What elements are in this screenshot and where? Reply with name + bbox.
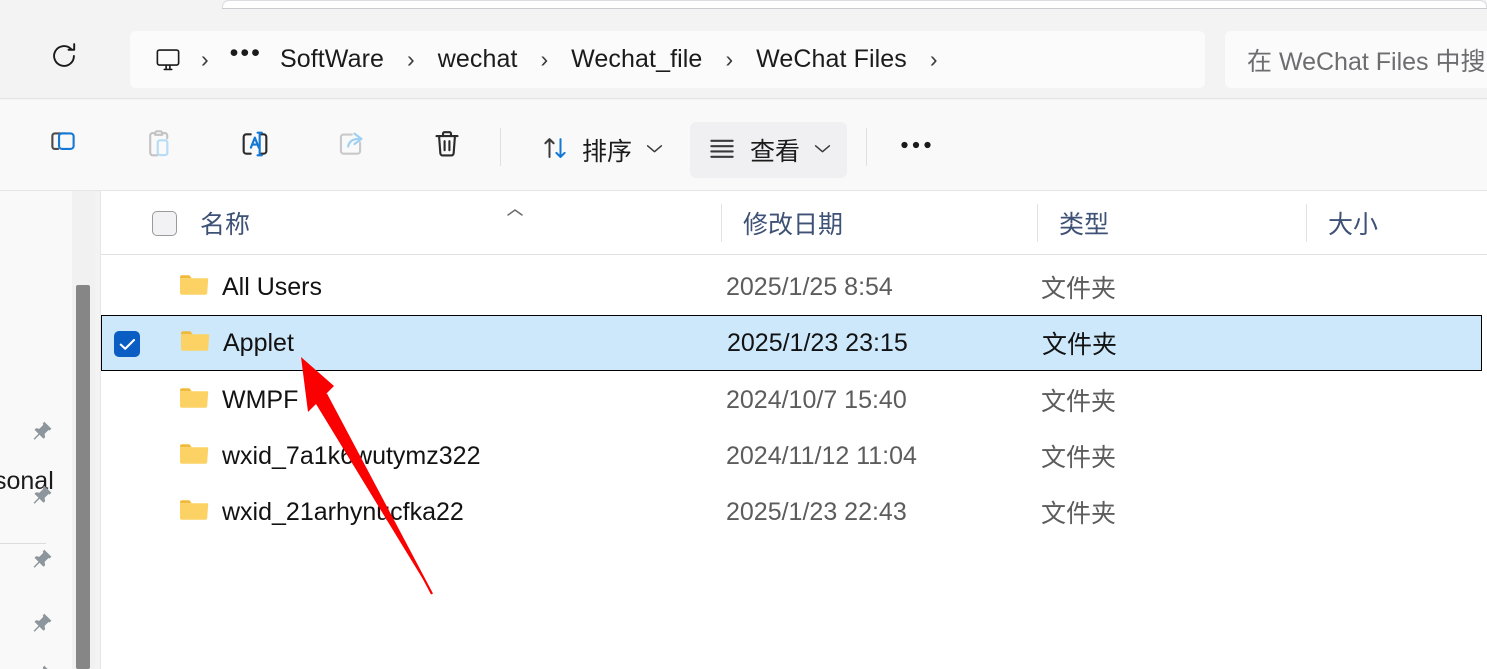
table-row[interactable]: wxid_21arhynucfka22 2025/1/23 22:43 文件夹 bbox=[101, 484, 1482, 540]
folder-icon bbox=[179, 441, 209, 472]
breadcrumb-separator-4[interactable]: › bbox=[917, 46, 951, 73]
file-type-cell: 文件夹 bbox=[1042, 331, 1118, 359]
sort-arrows-icon bbox=[540, 133, 570, 168]
file-explorer-window: › ••• SoftWare › wechat › Wechat_file › … bbox=[0, 0, 1487, 669]
command-toolbar: 排序 查看 bbox=[0, 100, 1487, 191]
file-type-cell: 文件夹 bbox=[1041, 275, 1117, 303]
navigation-scrollbar-thumb[interactable] bbox=[76, 285, 90, 669]
more-options-button[interactable] bbox=[886, 122, 946, 170]
folder-icon bbox=[179, 272, 209, 303]
file-name-label: wxid_7a1k6wutymz322 bbox=[222, 441, 481, 470]
chevron-up-icon bbox=[504, 197, 526, 216]
file-date-cell: 2025/1/23 22:43 bbox=[726, 497, 907, 526]
chevron-down-icon bbox=[646, 141, 663, 159]
column-header-size[interactable]: 大小 bbox=[1307, 191, 1487, 254]
file-name-cell: wxid_7a1k6wutymz322 bbox=[179, 441, 480, 472]
breadcrumb-separator-3[interactable]: › bbox=[712, 46, 746, 73]
column-headers: 名称 修改日期 类型 大小 bbox=[101, 191, 1487, 255]
column-header-date-label: 修改日期 bbox=[743, 210, 844, 239]
share-button[interactable] bbox=[322, 122, 380, 170]
breadcrumb: › ••• SoftWare › wechat › Wechat_file › … bbox=[130, 31, 1205, 88]
file-name-label: All Users bbox=[222, 272, 323, 301]
folder-icon bbox=[180, 328, 210, 359]
breadcrumb-item-wechat[interactable]: wechat bbox=[428, 41, 528, 78]
copy-button[interactable] bbox=[34, 122, 92, 170]
search-box[interactable]: 在 WeChat Files 中搜索 bbox=[1225, 31, 1487, 88]
file-name-cell: Applet bbox=[180, 328, 294, 359]
file-type-cell: 文件夹 bbox=[1041, 444, 1117, 472]
refresh-button[interactable] bbox=[40, 38, 88, 78]
share-icon bbox=[334, 127, 368, 166]
rename-icon bbox=[238, 127, 272, 166]
file-date-cell: 2025/1/25 8:54 bbox=[726, 272, 893, 301]
column-header-name-label: 名称 bbox=[200, 210, 251, 239]
folder-icon bbox=[179, 385, 209, 416]
pin-icon bbox=[30, 663, 54, 669]
file-type-cell: 文件夹 bbox=[1041, 388, 1117, 416]
pin-icon bbox=[30, 611, 54, 635]
pin-icon bbox=[30, 483, 54, 507]
address-bar: › ••• SoftWare › wechat › Wechat_file › … bbox=[0, 9, 1487, 99]
breadcrumb-item-software[interactable]: SoftWare bbox=[270, 41, 394, 78]
column-header-type-label: 类型 bbox=[1059, 210, 1110, 239]
file-name-label: wxid_21arhynucfka22 bbox=[222, 497, 464, 526]
navigation-pane: sonal bbox=[0, 191, 72, 669]
table-row[interactable]: Applet 2025/1/23 23:15 文件夹 bbox=[101, 315, 1482, 371]
file-date-cell: 2025/1/23 23:15 bbox=[727, 328, 908, 357]
breadcrumb-separator-0[interactable]: › bbox=[188, 46, 222, 73]
nav-divider bbox=[0, 543, 46, 544]
table-row[interactable]: WMPF 2024/10/7 15:40 文件夹 bbox=[101, 372, 1482, 428]
trash-icon bbox=[430, 127, 464, 166]
breadcrumb-separator-2[interactable]: › bbox=[528, 46, 562, 73]
table-row[interactable]: All Users 2025/1/25 8:54 文件夹 bbox=[101, 259, 1482, 315]
breadcrumb-item-wechat-file[interactable]: Wechat_file bbox=[561, 41, 712, 78]
this-pc-icon[interactable] bbox=[152, 44, 184, 76]
toolbar-divider-1 bbox=[500, 128, 501, 166]
row-checkbox[interactable] bbox=[114, 331, 140, 357]
paste-button[interactable] bbox=[130, 122, 188, 170]
column-header-name[interactable]: 名称 bbox=[179, 191, 719, 254]
file-name-label: WMPF bbox=[222, 385, 299, 414]
ellipsis-icon bbox=[900, 137, 932, 155]
file-name-cell: wxid_21arhynucfka22 bbox=[179, 497, 464, 528]
list-lines-icon bbox=[706, 132, 738, 169]
file-name-cell: All Users bbox=[179, 272, 322, 303]
view-button[interactable]: 查看 bbox=[690, 122, 848, 178]
sort-button[interactable]: 排序 bbox=[524, 122, 679, 178]
paste-icon bbox=[142, 127, 176, 166]
tab-strip bbox=[0, 0, 1487, 9]
file-name-label: Applet bbox=[223, 328, 294, 357]
chevron-down-icon bbox=[814, 141, 831, 159]
delete-button[interactable] bbox=[418, 122, 476, 170]
breadcrumb-overflow-button[interactable]: ••• bbox=[222, 39, 270, 80]
folder-icon bbox=[179, 497, 209, 528]
breadcrumb-item-wechat-files[interactable]: WeChat Files bbox=[746, 41, 917, 78]
pin-icon bbox=[30, 419, 54, 443]
table-row[interactable]: wxid_7a1k6wutymz322 2024/11/12 11:04 文件夹 bbox=[101, 428, 1482, 484]
breadcrumb-separator-1[interactable]: › bbox=[394, 46, 428, 73]
file-list: 名称 修改日期 类型 大小 All Users 2025/1/25 8:54 文… bbox=[100, 191, 1487, 669]
copy-icon bbox=[46, 127, 80, 166]
column-header-size-label: 大小 bbox=[1328, 210, 1379, 239]
refresh-icon bbox=[47, 39, 81, 78]
column-header-type[interactable]: 类型 bbox=[1038, 191, 1306, 254]
toolbar-divider-2 bbox=[866, 128, 867, 166]
file-date-cell: 2024/11/12 11:04 bbox=[726, 441, 917, 470]
file-date-cell: 2024/10/7 15:40 bbox=[726, 385, 907, 414]
search-input[interactable]: 在 WeChat Files 中搜索 bbox=[1247, 42, 1487, 78]
column-header-date[interactable]: 修改日期 bbox=[722, 191, 1037, 254]
pin-icon bbox=[30, 547, 54, 571]
rename-button[interactable] bbox=[226, 122, 284, 170]
view-label: 查看 bbox=[750, 138, 801, 166]
file-type-cell: 文件夹 bbox=[1041, 500, 1117, 528]
sort-label: 排序 bbox=[582, 138, 633, 166]
select-all-checkbox[interactable] bbox=[152, 211, 177, 236]
active-tab[interactable] bbox=[222, 0, 1487, 8]
file-name-cell: WMPF bbox=[179, 385, 298, 416]
